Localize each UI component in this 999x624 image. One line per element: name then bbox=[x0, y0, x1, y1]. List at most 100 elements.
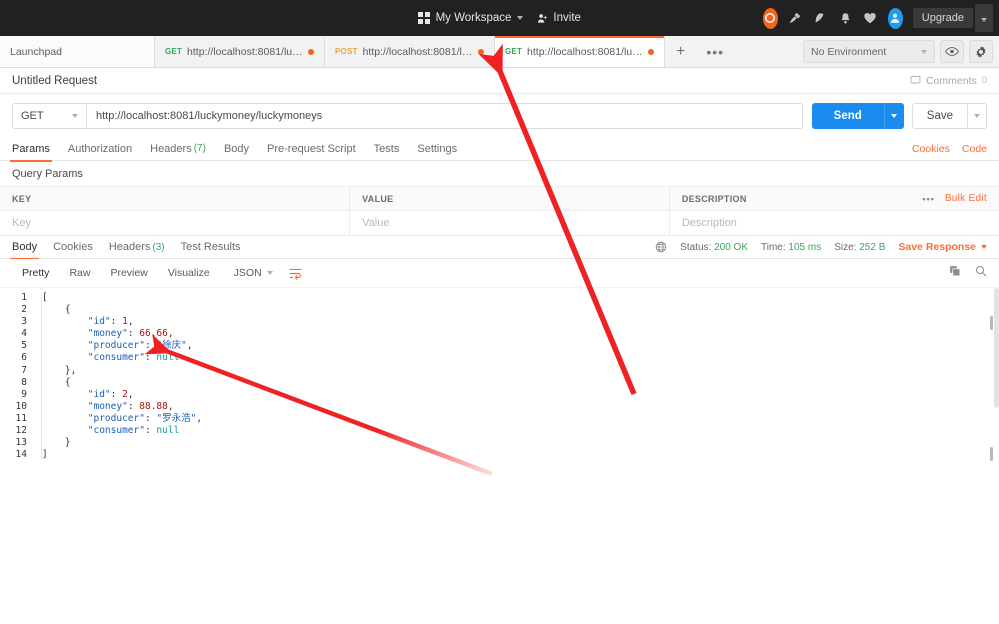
view-mode-raw[interactable]: Raw bbox=[59, 264, 100, 282]
bell-icon[interactable] bbox=[838, 11, 853, 26]
save-response-label: Save Response bbox=[898, 241, 976, 253]
code-content[interactable]: [ { "id": 1, "money": 66.66, "producer":… bbox=[34, 292, 999, 461]
upgrade-button[interactable]: Upgrade bbox=[913, 8, 973, 28]
cookies-link[interactable]: Cookies bbox=[912, 143, 950, 155]
avatar[interactable] bbox=[888, 11, 903, 26]
invite-button[interactable]: Invite bbox=[537, 12, 581, 24]
view-mode-visualize[interactable]: Visualize bbox=[158, 264, 220, 282]
line-number: 4 bbox=[0, 328, 27, 340]
tab-method: GET bbox=[165, 47, 182, 56]
response-tab-headers[interactable]: Headers(3) bbox=[109, 236, 165, 259]
environment-selector[interactable]: No Environment bbox=[803, 40, 935, 63]
response-format-selector[interactable]: JSON bbox=[228, 264, 279, 282]
tab-tests[interactable]: Tests bbox=[374, 137, 400, 161]
save-options-button[interactable] bbox=[967, 103, 987, 129]
tab-settings[interactable]: Settings bbox=[417, 137, 457, 161]
tab-request-1[interactable]: GET http://localhost:8081/luckymon... bbox=[155, 36, 325, 67]
gear-icon bbox=[974, 45, 988, 59]
view-mode-preview[interactable]: Preview bbox=[100, 264, 157, 282]
view-mode-pretty[interactable]: Pretty bbox=[12, 264, 59, 282]
unsaved-dot-icon bbox=[648, 49, 654, 55]
tab-label: Settings bbox=[417, 143, 457, 155]
tab-launchpad[interactable]: Launchpad bbox=[0, 36, 155, 67]
person-add-icon bbox=[537, 13, 548, 24]
sync-icon[interactable] bbox=[763, 11, 778, 26]
param-key-cell[interactable]: Key bbox=[0, 211, 350, 236]
search-icon[interactable] bbox=[975, 264, 987, 282]
request-section-tabs: Params Authorization Headers(7) Body Pre… bbox=[0, 137, 999, 161]
tab-label: Test Results bbox=[181, 241, 241, 253]
word-wrap-icon[interactable] bbox=[289, 267, 302, 280]
tab-request-2[interactable]: POST http://localhost:8081/luckymo... bbox=[325, 36, 495, 67]
tab-headers[interactable]: Headers(7) bbox=[150, 137, 206, 161]
page-title: Untitled Request bbox=[12, 75, 97, 87]
response-tab-body[interactable]: Body bbox=[12, 236, 37, 259]
bulk-edit-button[interactable]: Bulk Edit bbox=[945, 193, 987, 204]
request-tabs-right: Cookies Code bbox=[912, 143, 987, 155]
tab-body[interactable]: Body bbox=[224, 137, 249, 161]
chevron-down-icon bbox=[981, 245, 987, 249]
tab-authorization[interactable]: Authorization bbox=[68, 137, 132, 161]
response-tab-cookies[interactable]: Cookies bbox=[53, 236, 93, 259]
globe-icon bbox=[655, 241, 667, 253]
url-bar: GET http://localhost:8081/luckymoney/luc… bbox=[0, 94, 999, 137]
tab-method: POST bbox=[335, 47, 358, 56]
tab-label: Body bbox=[224, 143, 249, 155]
comments-count: 0 bbox=[982, 75, 987, 86]
tab-pre-request-script[interactable]: Pre-request Script bbox=[267, 137, 356, 161]
send-button[interactable]: Send bbox=[812, 103, 884, 129]
param-value-cell[interactable]: Value bbox=[350, 211, 670, 236]
heart-icon[interactable] bbox=[863, 11, 878, 26]
response-status-bar: Status: 200 OK Time: 105 ms Size: 252 B … bbox=[655, 241, 987, 253]
line-number: 7 bbox=[0, 365, 27, 377]
table-row[interactable]: Key Value Description bbox=[0, 211, 999, 236]
settings-button[interactable] bbox=[969, 40, 993, 63]
invite-label: Invite bbox=[553, 12, 581, 24]
line-number: 8 bbox=[0, 377, 27, 389]
line-number: 13 bbox=[0, 437, 27, 449]
request-tab-strip: Launchpad GET http://localhost:8081/luck… bbox=[0, 36, 999, 68]
response-tab-test-results[interactable]: Test Results bbox=[181, 236, 241, 259]
http-method-selector[interactable]: GET bbox=[12, 103, 86, 129]
chevron-down-icon bbox=[267, 271, 273, 275]
comments-button[interactable]: Comments 0 bbox=[910, 75, 987, 87]
copy-icon[interactable] bbox=[949, 264, 961, 282]
line-number: 9 bbox=[0, 389, 27, 401]
vertical-scrollbar[interactable] bbox=[994, 288, 999, 624]
tab-options-button[interactable]: ••• bbox=[696, 36, 734, 67]
tab-label: Launchpad bbox=[10, 46, 144, 58]
tab-label: Pre-request Script bbox=[267, 143, 356, 155]
code-line: "money": 66.66, bbox=[42, 328, 999, 340]
url-input[interactable]: http://localhost:8081/luckymoney/luckymo… bbox=[86, 103, 803, 129]
code-line: "id": 1, bbox=[42, 316, 999, 328]
code-line: { bbox=[42, 377, 999, 389]
tab-params[interactable]: Params bbox=[12, 137, 50, 161]
response-body-viewer[interactable]: 1234567891011121314 [ { "id": 1, "money"… bbox=[0, 287, 999, 624]
code-line: [ bbox=[42, 292, 999, 304]
workspace-selector[interactable]: My Workspace bbox=[418, 12, 523, 24]
tab-request-3-active[interactable]: GET http://localhost:8081/luckymon... bbox=[495, 36, 665, 67]
megaphone-icon[interactable] bbox=[813, 11, 828, 26]
status-label: Status: bbox=[680, 242, 711, 253]
chevron-down-icon bbox=[974, 114, 980, 118]
new-tab-button[interactable]: + bbox=[665, 36, 696, 67]
send-options-button[interactable] bbox=[884, 103, 904, 129]
save-button[interactable]: Save bbox=[912, 103, 967, 129]
eye-icon bbox=[945, 46, 959, 57]
upgrade-menu-button[interactable] bbox=[975, 4, 993, 32]
http-method-value: GET bbox=[21, 110, 44, 122]
satellite-icon[interactable] bbox=[788, 11, 803, 26]
line-number: 3 bbox=[0, 316, 27, 328]
environment-quick-look-button[interactable] bbox=[940, 40, 964, 63]
save-response-button[interactable]: Save Response bbox=[898, 241, 987, 253]
chevron-down-icon bbox=[981, 18, 987, 22]
status-value: 200 OK bbox=[714, 242, 748, 253]
code-link[interactable]: Code bbox=[962, 143, 987, 155]
workspace-label: My Workspace bbox=[436, 12, 512, 24]
params-more-button[interactable]: ••• bbox=[922, 194, 934, 204]
save-group: Save bbox=[912, 103, 987, 129]
param-description-cell[interactable]: Description bbox=[669, 211, 999, 236]
code-editor: 1234567891011121314 [ { "id": 1, "money"… bbox=[0, 288, 999, 461]
time-label: Time: bbox=[761, 242, 786, 253]
scroll-marker-bottom bbox=[990, 447, 993, 461]
